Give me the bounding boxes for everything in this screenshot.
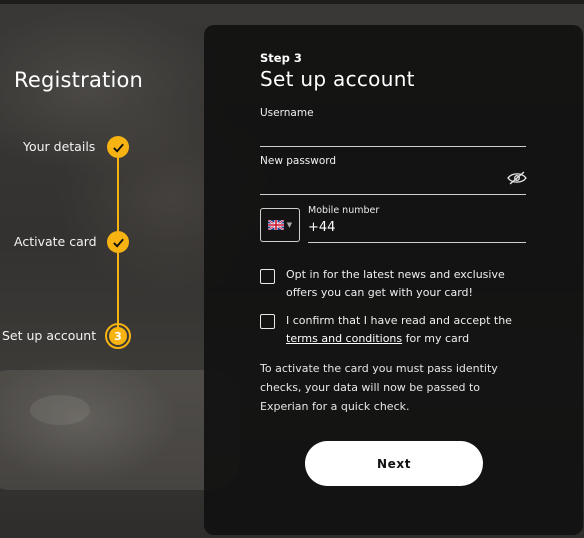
step-label-activate-card: Activate card xyxy=(14,234,97,249)
step-current-number: 3 xyxy=(109,327,127,345)
check-icon xyxy=(112,143,124,153)
step-label-set-up-account: Set up account xyxy=(2,328,97,343)
eye-off-icon[interactable] xyxy=(507,171,527,185)
username-field[interactable] xyxy=(260,146,526,147)
step-label-your-details: Your details xyxy=(23,139,96,154)
step-done-check-icon xyxy=(107,136,129,158)
terms-link[interactable]: terms and conditions xyxy=(286,332,402,345)
form-panel: Step 3 Set up account Username New passw… xyxy=(204,25,583,535)
password-label: New password xyxy=(260,155,337,167)
top-bar xyxy=(0,0,584,4)
mobile-number-underline xyxy=(308,242,526,243)
country-code-select[interactable]: ▼ xyxy=(260,208,300,242)
check-icon xyxy=(112,238,124,248)
step-number: Step 3 xyxy=(260,51,302,65)
identity-check-note: To activate the card you must pass ident… xyxy=(260,362,498,413)
uk-flag-icon xyxy=(267,220,284,230)
registration-title: Registration xyxy=(14,68,144,92)
chevron-down-icon: ▼ xyxy=(286,221,293,229)
mobile-number-input[interactable]: +44 xyxy=(308,220,335,235)
optin-text: Opt in for the latest news and exclusive… xyxy=(286,268,505,299)
step-current-indicator: 3 xyxy=(105,323,131,349)
username-label: Username xyxy=(260,107,314,119)
terms-text: I confirm that I have read and accept th… xyxy=(286,312,531,348)
terms-checkbox[interactable] xyxy=(260,314,275,329)
terms-suffix: for my card xyxy=(405,332,470,345)
mobile-number-label: Mobile number xyxy=(308,205,380,216)
step-done-check-icon xyxy=(107,231,129,253)
page-title: Set up account xyxy=(260,67,415,91)
background-cushion xyxy=(30,395,90,425)
password-field[interactable] xyxy=(260,194,526,195)
next-button[interactable]: Next xyxy=(305,441,483,486)
optin-checkbox[interactable] xyxy=(260,269,275,284)
terms-prefix: I confirm that I have read and accept th… xyxy=(286,314,512,327)
